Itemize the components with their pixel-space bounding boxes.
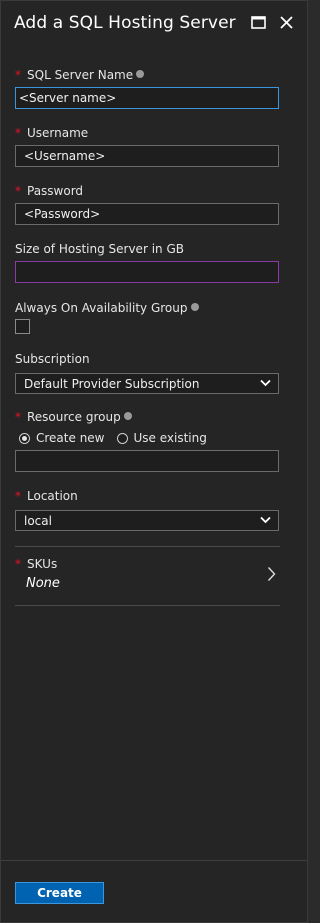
subscription-select[interactable]: Default Provider Subscription bbox=[15, 373, 279, 394]
required-marker: * bbox=[15, 68, 21, 82]
subscription-selected: Default Provider Subscription bbox=[24, 377, 200, 391]
server-name-input[interactable] bbox=[15, 87, 279, 109]
chevron-down-icon bbox=[260, 379, 271, 387]
add-sql-hosting-server-blade: Add a SQL Hosting Server * SQL Server Nam… bbox=[0, 0, 308, 923]
size-input[interactable] bbox=[15, 261, 279, 283]
password-input[interactable] bbox=[15, 203, 279, 225]
chevron-right-icon bbox=[267, 567, 276, 581]
resource-group-label: * Resource group bbox=[15, 410, 132, 424]
resource-group-input[interactable] bbox=[15, 450, 279, 472]
create-button[interactable]: Create bbox=[15, 882, 104, 904]
required-marker: * bbox=[15, 410, 21, 424]
info-icon[interactable] bbox=[123, 412, 132, 420]
maximize-icon[interactable] bbox=[250, 14, 268, 32]
password-label: * Password bbox=[15, 184, 84, 198]
required-marker: * bbox=[15, 126, 21, 140]
info-icon[interactable] bbox=[136, 70, 145, 78]
resource-group-options: Create new Use existing bbox=[19, 431, 219, 445]
skus-selector[interactable]: * SKUs None bbox=[15, 553, 281, 599]
always-on-checkbox[interactable] bbox=[15, 319, 30, 334]
close-icon[interactable] bbox=[278, 14, 296, 32]
size-label: Size of Hosting Server in GB bbox=[15, 242, 184, 256]
chevron-down-icon bbox=[260, 516, 271, 524]
footer-divider bbox=[1, 860, 307, 861]
location-select[interactable]: local bbox=[15, 510, 279, 531]
server-name-label: * SQL Server Name bbox=[15, 68, 145, 82]
blade-header: Add a SQL Hosting Server bbox=[1, 1, 307, 49]
required-marker: * bbox=[15, 557, 21, 571]
username-label: * Username bbox=[15, 126, 89, 140]
create-new-radio[interactable] bbox=[19, 432, 30, 444]
use-existing-radio[interactable] bbox=[116, 432, 128, 444]
blade-title: Add a SQL Hosting Server bbox=[14, 13, 236, 33]
skus-label: * SKUs bbox=[15, 557, 58, 571]
use-existing-label[interactable]: Use existing bbox=[134, 431, 207, 445]
subscription-label: Subscription bbox=[15, 352, 90, 366]
divider bbox=[15, 546, 280, 547]
location-label: * Location bbox=[15, 489, 78, 503]
divider bbox=[15, 605, 280, 606]
username-input[interactable] bbox=[15, 145, 279, 167]
skus-value: None bbox=[26, 576, 60, 591]
required-marker: * bbox=[15, 489, 21, 503]
location-selected: local bbox=[24, 514, 52, 528]
info-icon[interactable] bbox=[190, 303, 199, 311]
always-on-label: Always On Availability Group bbox=[15, 301, 199, 315]
create-new-label[interactable]: Create new bbox=[36, 431, 105, 445]
required-marker: * bbox=[15, 184, 21, 198]
